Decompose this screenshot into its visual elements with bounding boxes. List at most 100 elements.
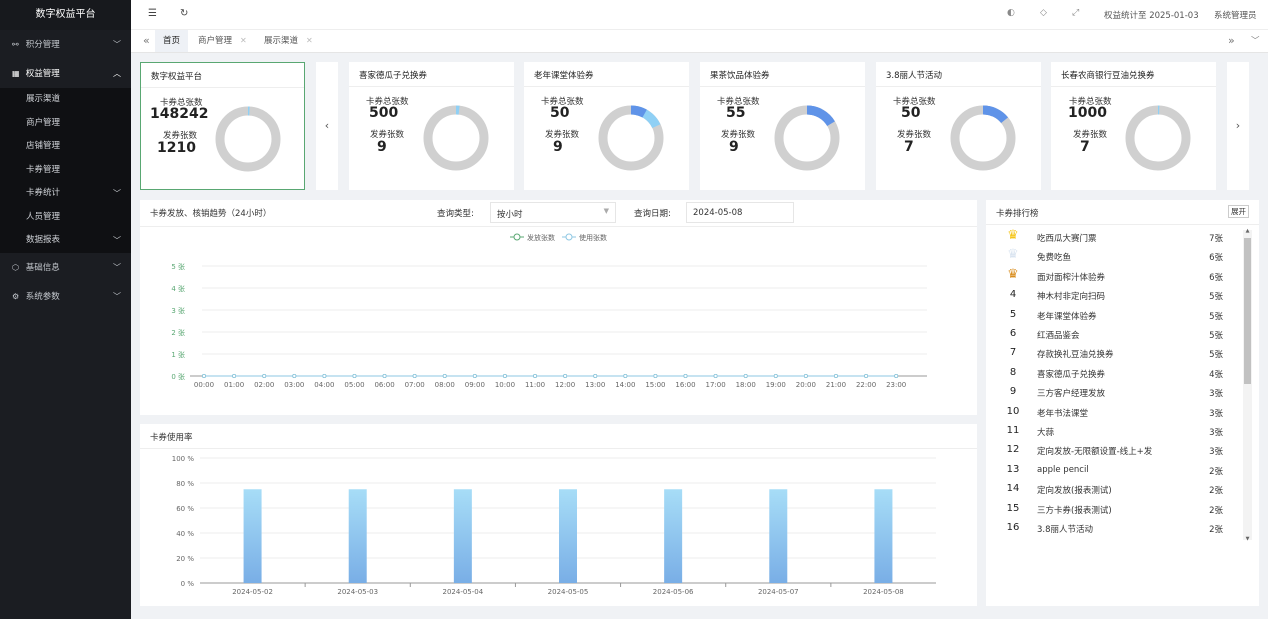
stat-card[interactable]: 喜家德瓜子兑换券 卡券总张数 500 发券张数 9 (349, 62, 514, 190)
list-item[interactable]: ♛ 免费吃鱼 6张 (986, 247, 1231, 267)
donut-chart (1125, 105, 1191, 171)
x-tick-label: 2024-05-07 (758, 588, 799, 596)
y-tick-label: 2 张 (171, 328, 185, 337)
list-item[interactable]: 11 大蒜 3张 (986, 422, 1231, 442)
gear-icon: ⚙ (12, 291, 20, 301)
sidebar-item-basic[interactable]: ⬡ 基础信息 ﹀ (0, 253, 131, 282)
card-title: 长春农商银行豆油兑换券 (1061, 71, 1155, 81)
ranking-panel: 卡券排行榜 展开 ♛ 吃西瓜大赛门票 7张 ♛ 免费吃鱼 6张 ♛ 面对面榨汁体验券 6张 4 神木… (986, 200, 1259, 606)
list-item[interactable]: 6 红酒品鉴会 5张 (986, 325, 1231, 345)
chevron-down-icon: ﹀ (113, 189, 121, 198)
tag-icon[interactable]: ◇ (1040, 8, 1047, 18)
data-point (653, 373, 658, 378)
rank-number: 9 (1009, 386, 1017, 398)
list-item[interactable]: 12 定向发放-无限额设置-线上+发 3张 (986, 441, 1231, 461)
data-point (382, 373, 387, 378)
ranking-scrollbar[interactable]: ▲ ▼ (1243, 228, 1252, 542)
sidebar-sub-reports[interactable]: 数据报表 ﹀ (0, 229, 131, 253)
close-icon[interactable]: ✕ (240, 36, 247, 45)
rank-count: 2张 (1209, 505, 1223, 516)
refresh-icon[interactable]: ↻ (180, 8, 188, 19)
rank-name: 老年课堂体验券 (1037, 311, 1097, 322)
sidebar-item-label: 积分管理 (25, 40, 60, 50)
stat-card[interactable]: 果茶饮品体验券 卡券总张数 55 发券张数 9 (700, 62, 865, 190)
stat-card[interactable]: 3.8丽人节活动 卡券总张数 50 发券张数 7 (876, 62, 1041, 190)
cards-prev-button[interactable]: ‹ (316, 62, 338, 190)
list-item[interactable]: 10 老年书法课堂 3张 (986, 403, 1231, 423)
data-point (743, 373, 748, 378)
sidebar-sub-coupon-stats[interactable]: 卡券统计 ﹀ (0, 182, 131, 206)
bar (453, 489, 472, 583)
tab-label: 展示渠道 (264, 36, 299, 46)
legend-label: 发放张数 (527, 233, 555, 242)
menu-toggle-icon[interactable]: ☰ (148, 8, 157, 19)
query-type-select[interactable]: 按小时 ▼ (490, 202, 616, 223)
rank-number: 12 (1006, 444, 1020, 456)
stat-card[interactable]: 长春农商银行豆油兑换券 卡券总张数 1000 发券张数 7 (1051, 62, 1216, 190)
query-date-label: 查询日期: (634, 209, 671, 219)
card-title: 果茶饮品体验券 (710, 71, 770, 81)
sidebar-item-rights[interactable]: ▦ 权益管理 ︿ (0, 59, 131, 88)
sidebar-sub-label: 人员管理 (26, 211, 61, 222)
cards-next-button[interactable]: › (1227, 62, 1249, 190)
y-tick-label: 60 % (176, 505, 194, 513)
expand-button[interactable]: 展开 (1228, 205, 1249, 218)
sidebar-sub-label: 商户管理 (26, 117, 61, 128)
list-item[interactable]: 15 三方卡券(报表测试) 2张 (986, 500, 1231, 520)
bar (243, 489, 262, 583)
sidebar-sub-coupons[interactable]: 卡券管理 (0, 158, 131, 182)
rank-name: 三方卡券(报表测试) (1037, 505, 1112, 516)
list-item[interactable]: ♛ 面对面榨汁体验券 6张 (986, 267, 1231, 287)
trend-line-chart: 发放张数 使用张数 0 张 1 张 2 张 3 张 4 张 5 张 00:00 01:00 02:0… (171, 233, 927, 389)
tabs-scroll-right-icon[interactable]: » (1220, 30, 1243, 52)
x-tick-label: 04:00 (314, 381, 334, 389)
sidebar-item-points[interactable]: ⚯ 积分管理 ﹀ (0, 30, 131, 59)
y-tick-label: 40 % (176, 530, 194, 538)
list-item[interactable]: 13 apple pencil 2张 (986, 461, 1231, 481)
data-point (322, 373, 327, 378)
query-date-input[interactable]: 2024-05-08 (686, 202, 794, 223)
y-tick-label: 4 张 (171, 284, 185, 293)
scroll-down-icon[interactable]: ▼ (1243, 536, 1252, 542)
data-point (713, 373, 718, 378)
sidebar-sub-merchants[interactable]: 商户管理 (0, 111, 131, 135)
sidebar-sub-channels[interactable]: 展示渠道 (0, 88, 131, 112)
list-item[interactable]: 14 定向发放(报表测试) 2张 (986, 480, 1231, 500)
card-issued-label: 发券张数 (897, 130, 932, 140)
sidebar-sub-shops[interactable]: 店铺管理 (0, 135, 131, 159)
x-tick-label: 21:00 (826, 381, 846, 389)
theme-icon[interactable]: ◐ (1007, 8, 1015, 18)
scroll-up-icon[interactable]: ▲ (1243, 228, 1252, 234)
sidebar-item-params[interactable]: ⚙ 系统参数 ﹀ (0, 282, 131, 311)
tabs-menu-chevron-icon[interactable]: ﹀ (1243, 30, 1268, 52)
ranking-title: 卡券排行榜 (996, 209, 1039, 219)
list-item[interactable]: ♛ 吃西瓜大赛门票 7张 (986, 228, 1231, 248)
list-item[interactable]: 4 神木村非定向扫码 5张 (986, 286, 1231, 306)
stat-card[interactable]: 老年课堂体验券 卡券总张数 50 发券张数 9 (524, 62, 689, 190)
rank-name: 老年书法课堂 (1037, 408, 1089, 419)
fullscreen-icon[interactable]: ⤢ (1072, 8, 1079, 18)
card-issued-value: 9 (729, 139, 739, 155)
data-point (232, 373, 237, 378)
tab-channels[interactable]: 展示渠道 ✕ (256, 30, 321, 52)
close-icon[interactable]: ✕ (306, 36, 313, 45)
data-point (202, 373, 207, 378)
data-point (894, 373, 899, 378)
stat-card[interactable]: 数字权益平台 卡券总张数 148242 发券张数 1210 (140, 62, 305, 190)
rank-name: 定向发放(报表测试) (1037, 486, 1112, 497)
card-issued-label: 发券张数 (1073, 130, 1108, 140)
rank-count: 5张 (1209, 350, 1223, 361)
list-item[interactable]: 8 喜家德瓜子兑换券 4张 (986, 364, 1231, 384)
list-item[interactable]: 16 3.8丽人节活动 2张 (986, 519, 1231, 539)
rank-count: 5张 (1209, 292, 1223, 303)
sidebar-sub-staff[interactable]: 人员管理 (0, 205, 131, 229)
grid-icon: ▦ (12, 69, 20, 78)
user-menu[interactable]: 系统管理员 (1214, 9, 1257, 21)
chevron-down-icon: ﹀ (113, 40, 121, 49)
tab-home[interactable]: 首页 (155, 30, 189, 52)
tab-merchants[interactable]: 商户管理 ✕ (190, 30, 255, 52)
list-item[interactable]: 9 三方客户经理发放 3张 (986, 383, 1231, 403)
list-item[interactable]: 5 老年课堂体验券 5张 (986, 306, 1231, 326)
list-item[interactable]: 7 存款换礼豆油兑换券 5张 (986, 344, 1231, 364)
sidebar-sub-label: 数据报表 (26, 235, 61, 245)
